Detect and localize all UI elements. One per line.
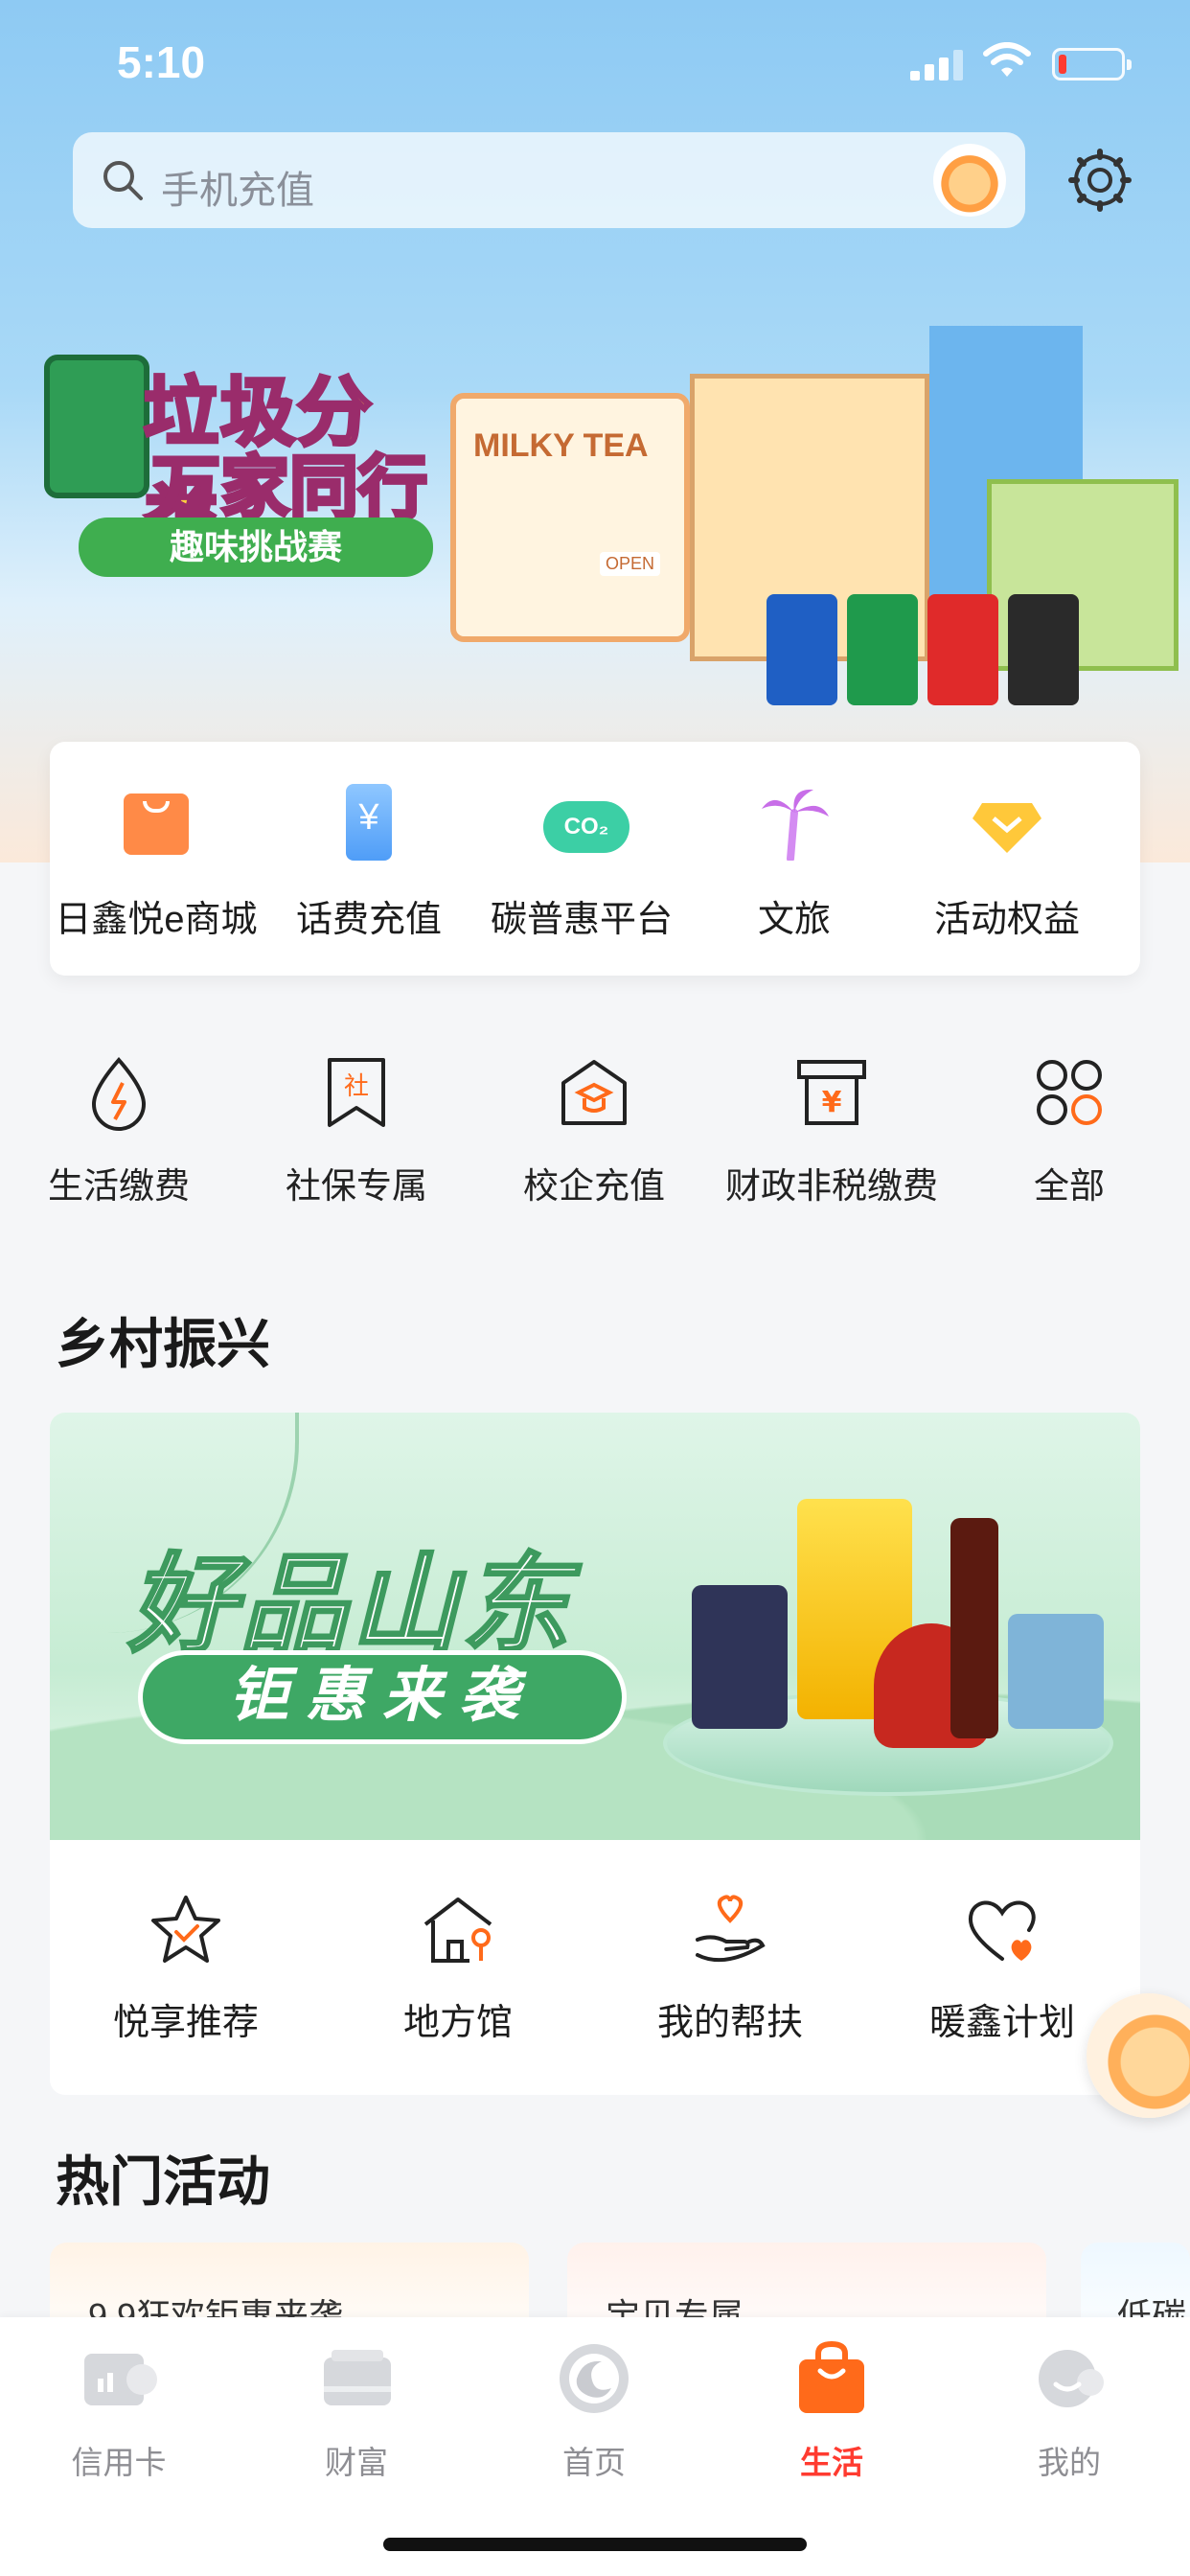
service-item-all[interactable]: 全部 [950,1054,1188,1208]
service-item-non-tax[interactable]: ¥ 财政非税缴费 [713,1054,950,1208]
service-item-label: 社保专属 [286,1166,427,1206]
quick-item-benefits[interactable]: 活动权益 [901,784,1113,942]
residual-bin-icon [1008,594,1079,705]
quick-item-label: 活动权益 [933,900,1080,940]
tab-life[interactable]: 生活 [713,2338,950,2483]
service-item-label: 财政非税缴费 [725,1166,938,1206]
quick-item-culture-travel[interactable]: 文旅 [688,784,901,942]
hot-activities-carousel: 9.9狂欢钜惠来袭 宝贝专属 低碳 [0,2242,1190,2358]
hazardous-bin-icon [927,594,998,705]
svg-text:社: 社 [344,1072,369,1101]
svg-text:¥: ¥ [822,1086,842,1119]
service-item-school-topup[interactable]: 校企充值 [475,1054,713,1208]
quick-item-label: 文旅 [757,900,831,940]
sorting-bins-illustration [767,594,1079,705]
search-placeholder: 手机充值 [161,170,314,212]
settings-gear-icon[interactable] [1065,146,1134,215]
tab-label: 信用卡 [71,2445,167,2480]
service-item-label: 校企充值 [523,1166,665,1206]
cellular-signal-icon [910,50,964,80]
rural-item-label: 悦享推荐 [112,2003,259,2043]
tab-label: 我的 [1038,2445,1101,2480]
local-house-icon [423,1898,492,1963]
tab-wealth[interactable]: 财富 [238,2338,475,2483]
tab-mine[interactable]: 我的 [950,2338,1188,2483]
tab-label: 生活 [800,2445,863,2480]
rural-item-my-support[interactable]: 我的帮扶 [594,1892,866,2045]
shop-sign: MILKY TEA [473,427,649,464]
co2-cloud-icon: CO₂ [543,784,629,861]
rural-item-label: 地方馆 [402,2003,513,2043]
quick-item-mall[interactable]: 日鑫悦e商城 [50,784,263,942]
banner-campaign-title: 垃圾分类 万家同行 趣味挑战赛 [38,335,441,585]
quick-item-label: 日鑫悦e商城 [55,900,258,940]
quick-item-carbon[interactable]: CO₂ 碳普惠平台 [475,784,688,942]
recyclable-bin-icon [767,594,837,705]
shopping-bag-icon [118,784,195,861]
banner-city-illustration: MILKY TEA OPEN [450,268,1190,709]
rural-promo-banner[interactable]: 好品山东 钜惠来袭 [50,1413,1140,1840]
utility-drop-icon [91,1056,147,1131]
liquor-box-illustration [692,1585,788,1729]
diamond-icon [969,784,1045,861]
soy-sauce-bottle-illustration [950,1518,998,1738]
all-grid-icon [1037,1060,1102,1125]
search-icon [103,161,143,200]
rural-card: 好品山东 钜惠来袭 悦享推荐 地方馆 我的帮扶 暖鑫计划 [50,1413,1140,2095]
quick-item-label: 碳普惠平台 [490,900,673,940]
trash-bin-icon [44,355,149,498]
shop-door-sign: OPEN [600,552,661,576]
profile-icon [1039,2350,1104,2407]
service-item-utilities[interactable]: 生活缴费 [0,1054,238,1208]
wifi-icon [983,42,1031,77]
tab-label: 财富 [325,2445,388,2480]
heart-plan-icon [968,1900,1036,1961]
home-logo-icon [560,2344,629,2413]
snack-can-illustration [1008,1614,1104,1729]
tab-label: 首页 [562,2445,626,2480]
quick-item-label: 话费充值 [295,900,442,940]
credit-card-icon [84,2354,157,2405]
service-item-social-security[interactable]: 社 社保专属 [238,1054,475,1208]
star-check-icon [151,1896,220,1963]
battery-icon [1052,48,1132,80]
service-item-label: 全部 [1034,1166,1105,1206]
tab-home[interactable]: 首页 [475,2338,713,2483]
rural-item-recommend[interactable]: 悦享推荐 [50,1892,322,2045]
rural-item-local-pavilion[interactable]: 地方馆 [322,1892,594,2045]
search-bar[interactable]: 手机充值 [73,132,1025,228]
status-time: 5:10 [117,37,206,87]
food-waste-bin-icon [847,594,918,705]
mascot-avatar-icon[interactable] [933,144,1006,217]
wallet-icon [324,2350,391,2405]
rural-banner-pill: 钜惠来袭 [138,1650,627,1744]
status-bar: 5:10 [0,0,1190,125]
social-security-icon: 社 [328,1058,385,1127]
milk-tea-shop-illustration: MILKY TEA OPEN [450,393,690,642]
services-row: 生活缴费 社 社保专属 校企充值 ¥ 财政非税缴费 全部 [0,1054,1190,1217]
rural-item-label: 我的帮扶 [656,2003,803,2043]
quick-services-card: 日鑫悦e商城 ¥ 话费充值 CO₂ 碳普惠平台 文旅 活动权益 [50,742,1140,976]
hero-banner[interactable]: 5:10 手机充值 垃圾分类 万家同行 趣味挑战赛 [0,0,1190,862]
finance-icon: ¥ [797,1060,866,1125]
banner-subtitle: 趣味挑战赛 [79,518,433,577]
phone-yuan-icon: ¥ [331,784,407,861]
section-title-hot: 热门活动 [56,2151,270,2212]
life-bag-icon [799,2340,864,2413]
home-indicator[interactable] [383,2538,807,2551]
palm-tree-icon [756,784,833,862]
school-icon [561,1060,627,1125]
tab-credit-card[interactable]: 信用卡 [0,2338,238,2483]
section-title-rural: 乡村振兴 [56,1314,270,1374]
service-item-label: 生活缴费 [48,1166,190,1206]
helping-hand-icon [696,1895,766,1963]
quick-item-phone-topup[interactable]: ¥ 话费充值 [263,784,475,942]
